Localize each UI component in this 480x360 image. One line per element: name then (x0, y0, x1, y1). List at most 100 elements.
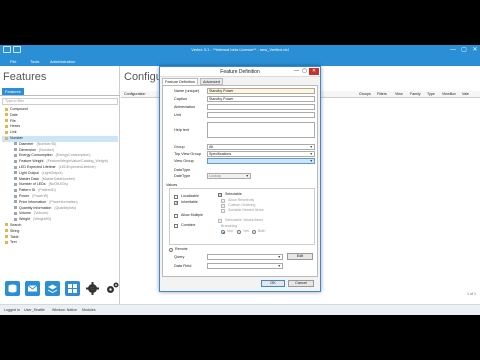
tree-item-label: Compound (10, 107, 28, 111)
name-label: Name (unique) (174, 89, 200, 93)
sortable-nested-checkbox[interactable] (221, 209, 225, 213)
dialog-body: Name (unique) Standby Power Caption Stan… (162, 85, 318, 277)
close-button[interactable]: ✕ (470, 46, 480, 54)
title-bar: Vertex 3.1 - **Internal beta License** -… (0, 45, 480, 56)
dialog-minimize-button[interactable]: — (293, 68, 300, 75)
tree-item-label: Number of LEDs (19, 182, 46, 187)
tree-folder-item[interactable]: Text (2, 240, 118, 246)
data-field-dropdown[interactable]: ▼ (207, 263, 283, 269)
top-view-group-value: Specifications (209, 152, 232, 156)
tree-item-label: Light Output (19, 170, 39, 175)
cancel-button[interactable]: Cancel (288, 280, 314, 287)
ok-button[interactable]: OK (261, 280, 285, 287)
layers-icon[interactable] (45, 281, 60, 296)
branching-not-radio[interactable] (221, 230, 225, 234)
tree-item-meta: (LEDExpectedLifetime) (58, 164, 96, 169)
features-tabbar: Features (0, 87, 120, 96)
unit-field[interactable] (207, 112, 315, 118)
status-bar: Logged In User_Seattle Window: Native Mo… (0, 304, 480, 315)
column-configuration[interactable]: Configuration (124, 92, 145, 96)
tree-item-meta: (EnergyConsumption) (55, 153, 91, 158)
status-window: Window: Native (52, 308, 77, 312)
tree-item-meta: (PatternID) (38, 188, 56, 193)
column-viewbox[interactable]: ViewBox (442, 92, 456, 96)
group-value: Alt (209, 145, 214, 149)
name-field[interactable]: Standby Power (207, 88, 315, 94)
group-dropdown[interactable]: Alt ▼ (207, 144, 315, 150)
branching-both-radio[interactable] (252, 230, 256, 234)
query-dropdown[interactable]: ▼ (207, 254, 283, 260)
feature-icon (14, 148, 17, 152)
tree-item-label: Date (10, 112, 18, 117)
data-type-label: DataType (174, 168, 191, 172)
tab-feature-definition[interactable]: Feature Definition (162, 78, 198, 85)
branching-not-label: Not (227, 229, 233, 233)
values-label: Values (166, 183, 178, 187)
caption-label: Caption (174, 97, 188, 101)
tree-item-label: Dimension (19, 147, 36, 152)
gears-icon[interactable] (105, 281, 120, 296)
localizable-label: Localizable (181, 194, 199, 198)
tree-item-meta: (PowerW) (32, 193, 49, 198)
top-view-group-dropdown[interactable]: Specifications ▼ (207, 151, 315, 157)
dialog-maximize-button[interactable]: ▢ (301, 68, 308, 75)
selectable-values-checkbox[interactable] (218, 219, 222, 223)
grid-icon[interactable] (65, 281, 80, 296)
tree-item-meta: (Weight/ID) (33, 217, 52, 222)
selectable-label: Selectable (225, 192, 242, 196)
date-type-dropdown[interactable]: Lookup ▼ (207, 173, 251, 179)
abbreviation-label: Abbreviation (174, 105, 196, 109)
bottom-toolbar (0, 276, 158, 302)
settings-icon[interactable] (85, 281, 100, 296)
feature-icon (14, 188, 17, 192)
column-view[interactable]: View (395, 92, 403, 96)
caption-field[interactable]: Standby Power (207, 96, 315, 102)
abbreviation-field[interactable] (207, 104, 315, 110)
chevron-down-icon: ▼ (309, 159, 313, 163)
branching-label: Branching (221, 224, 238, 228)
view-group-dropdown[interactable]: ▼ (207, 158, 315, 164)
selectable-checkbox[interactable] (218, 192, 222, 197)
status-user: User_Seattle (24, 308, 45, 312)
menu-tools[interactable]: Tools (30, 59, 39, 64)
filter-input[interactable]: Type to filter (2, 98, 118, 105)
column-family[interactable]: Family (410, 92, 421, 96)
localizable-checkbox[interactable] (174, 195, 178, 199)
tree-item-meta: (FeatureWeightValue/Catalog_Weight) (46, 159, 108, 164)
menu-administration[interactable]: Administration (50, 59, 75, 64)
view-group-label: View Group (174, 159, 194, 163)
tree-item-label: Diameter (19, 141, 34, 146)
selectable-values-label: Selectable Values items (225, 218, 264, 222)
maximize-button[interactable]: ▢ (459, 46, 469, 54)
help-text-field[interactable] (207, 122, 315, 138)
remote-radio[interactable] (169, 248, 173, 252)
branching-yes-radio[interactable] (237, 230, 241, 234)
dialog-close-button[interactable]: ✕ (309, 68, 319, 75)
tree-item-label: Volume (19, 211, 31, 216)
tab-features[interactable]: Features (2, 88, 24, 95)
mail-icon[interactable] (25, 281, 40, 296)
folder-icon (5, 107, 8, 111)
minimize-button[interactable]: — (448, 46, 458, 54)
column-type[interactable]: Type (427, 92, 435, 96)
tree-item-label: Link (10, 130, 17, 135)
combine-checkbox[interactable] (174, 224, 178, 228)
allow-multiple-checkbox[interactable] (174, 214, 178, 218)
custom-ordering-checkbox[interactable] (221, 204, 225, 208)
chevron-down-icon: ▼ (245, 174, 249, 178)
features-pane: Features Features Type to filter Compoun… (0, 66, 120, 304)
edit-button[interactable]: Edit (287, 253, 313, 260)
feature-definition-dialog: Feature Definition — ▢ ✕ Feature Definit… (159, 66, 321, 292)
inheritable-checkbox[interactable] (174, 200, 178, 205)
tab-advanced[interactable]: Advanced (200, 78, 223, 85)
column-vale[interactable]: Vale (462, 92, 469, 96)
menu-file[interactable]: File (10, 59, 16, 64)
allow-reselectly-checkbox[interactable] (221, 199, 225, 203)
column-groups[interactable]: Groups (359, 92, 371, 96)
folder-icon (5, 223, 8, 227)
tree-item-label: Power (19, 193, 30, 198)
database-icon[interactable] (5, 281, 20, 296)
top-view-group-label: Top View Group (174, 152, 201, 156)
column-filters[interactable]: Filters (377, 92, 387, 96)
group-label: Group (174, 145, 185, 149)
